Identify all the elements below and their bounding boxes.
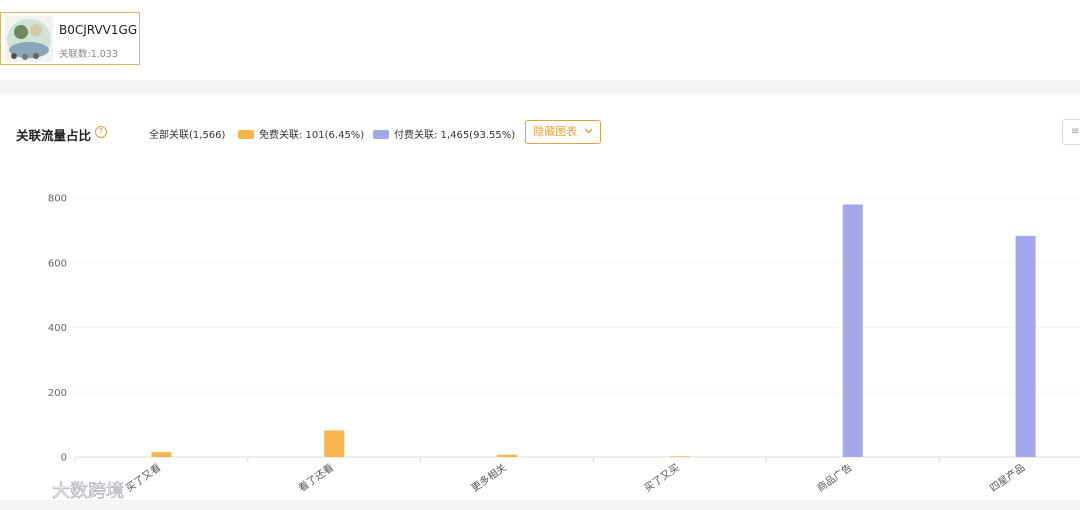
y-tick-label: 600 [48, 258, 67, 269]
y-tick-label: 400 [48, 323, 67, 334]
x-tick-label: 买了又买 [642, 462, 682, 495]
bar-paid [1015, 235, 1036, 457]
y-tick-label: 800 [48, 194, 67, 205]
bar-free [324, 430, 345, 457]
bar-free [497, 454, 518, 457]
bar-paid [842, 204, 863, 457]
bar-free [151, 452, 172, 457]
x-tick-label: 看了还看 [296, 461, 336, 495]
y-tick-label: 0 [61, 453, 67, 464]
x-tick-label: 更多相关 [469, 461, 509, 495]
x-tick-label: 四星产品 [987, 461, 1027, 495]
y-tick-label: 200 [48, 388, 67, 399]
watermark-text: 大数跨境 [52, 481, 124, 502]
x-tick-label: 商品广告 [814, 461, 854, 495]
bar-chart: 0200400600800买了又看 看了还看 更多相关 买了又买 商品广告 四星产品 [48, 194, 1080, 495]
bar-free [669, 456, 690, 457]
watermark-logo-icon: 大数跨境 [9, 478, 124, 502]
